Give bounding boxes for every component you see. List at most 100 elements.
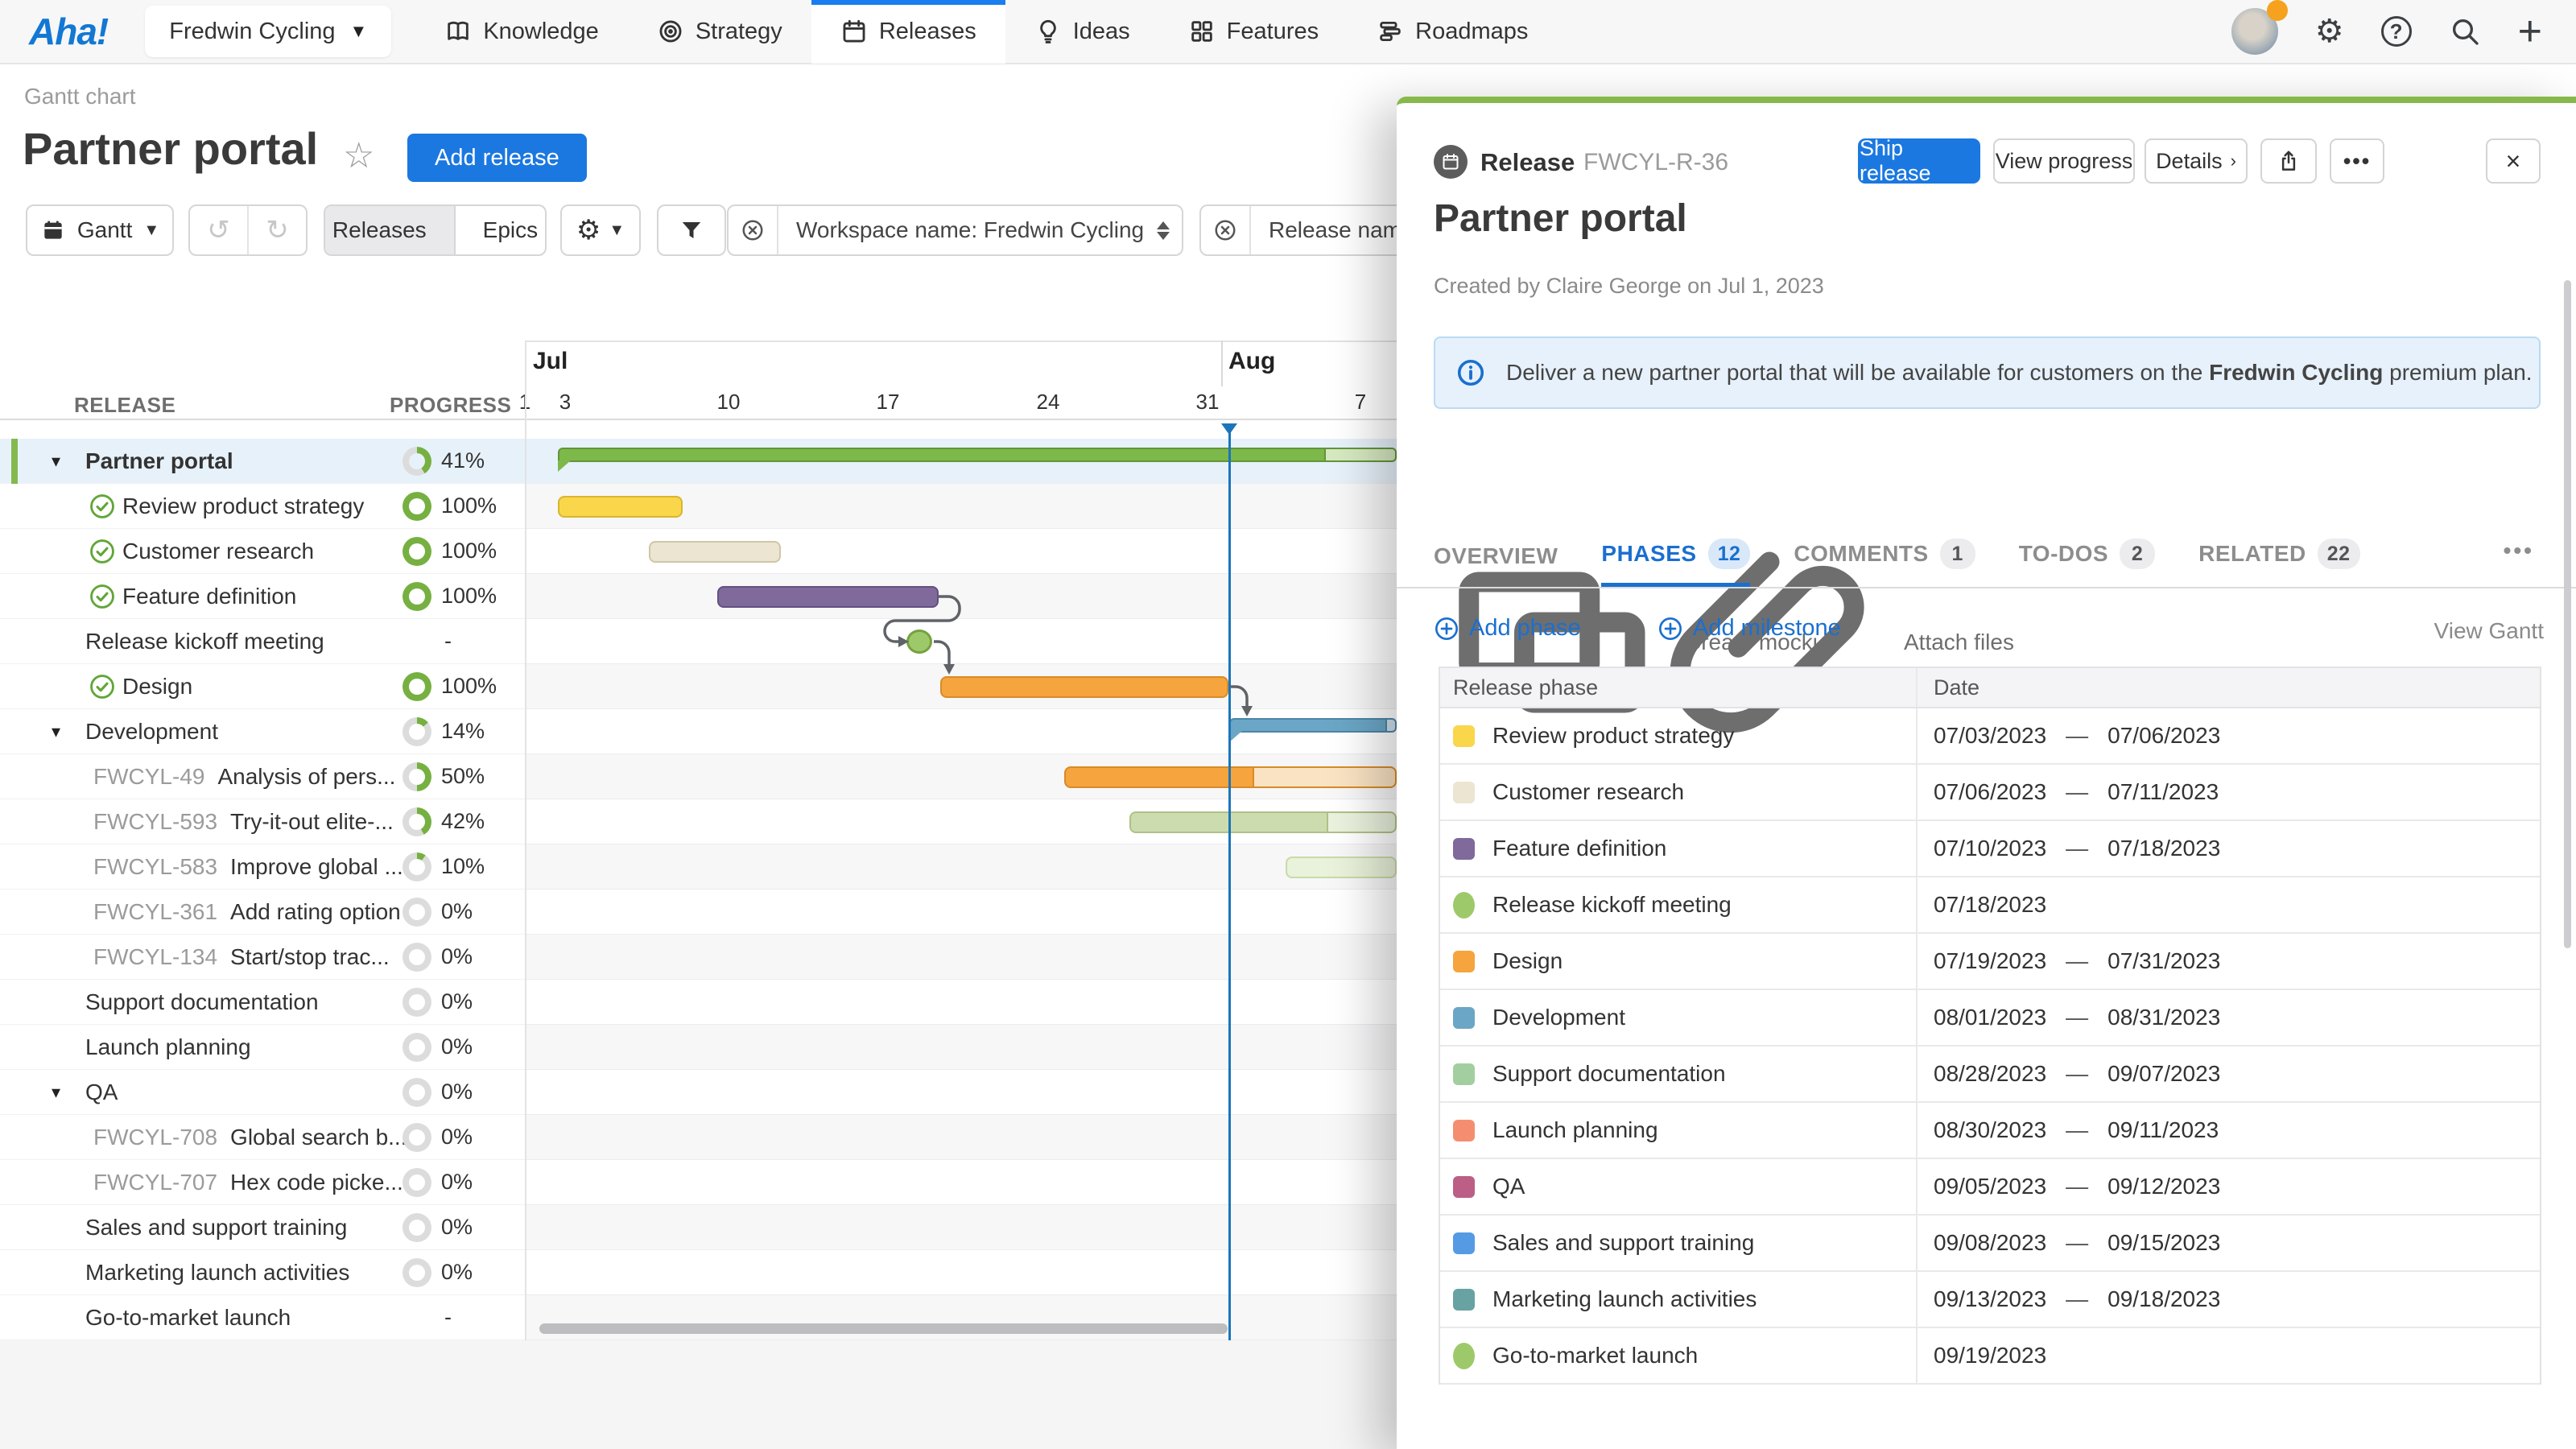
horizontal-scrollbar[interactable] [539, 1323, 1228, 1334]
segment-releases[interactable]: Releases [324, 206, 456, 254]
table-row[interactable]: Launch planning08/30/2023—09/11/2023 [1440, 1103, 2540, 1159]
timeline-month-label: Aug [1228, 348, 1275, 375]
table-header-date: Date [1918, 675, 1979, 700]
nav-item-knowledge[interactable]: Knowledge [415, 0, 628, 64]
tab-overview[interactable]: OVERVIEW [1434, 543, 1558, 587]
tabs-overflow-icon[interactable]: ••• [2504, 538, 2534, 564]
phase-cell: Launch planning [1440, 1103, 1918, 1158]
date-end: 09/18/2023 [2107, 1286, 2220, 1312]
tab-phases[interactable]: PHASES12 [1601, 539, 1750, 587]
tab-comments[interactable]: COMMENTS1 [1794, 539, 1975, 587]
attach-files-label: Attach files [1904, 630, 2014, 655]
record-type-label: Release [1480, 148, 1575, 177]
nav-item-features[interactable]: Features [1159, 0, 1348, 64]
nav-item-roadmaps[interactable]: Roadmaps [1348, 0, 1557, 64]
date-cell: 09/13/2023—09/18/2023 [1918, 1286, 2220, 1312]
undo-button[interactable]: ↺ [190, 206, 249, 254]
aha-logo[interactable]: Aha! [29, 10, 108, 53]
table-row[interactable]: Sales and support training09/08/2023—09/… [1440, 1216, 2540, 1272]
date-cell: 08/28/2023—09/07/2023 [1918, 1061, 2220, 1087]
view-progress-button[interactable]: View progress [1993, 138, 2135, 184]
timeline-date-tick: 10 [717, 390, 741, 415]
sort-toggle-icon[interactable] [1157, 221, 1170, 240]
search-icon[interactable] [2449, 15, 2481, 47]
calendar-icon [40, 217, 66, 243]
date-dash: — [2066, 836, 2088, 861]
table-row[interactable]: Support documentation08/28/2023—09/07/20… [1440, 1046, 2540, 1103]
details-button[interactable]: Details › [2145, 138, 2248, 184]
table-header-release-phase: Release phase [1440, 668, 1918, 707]
table-row[interactable]: Review product strategy07/03/2023—07/06/… [1440, 708, 2540, 765]
timeline-date-tick: 31 [1196, 390, 1220, 415]
date-end: 07/06/2023 [2107, 723, 2220, 749]
nav-items: Knowledge Strategy Releases IdeasFeaturesRo… [415, 0, 1557, 64]
panel-scrollbar[interactable] [2564, 280, 2571, 948]
help-icon[interactable]: ? [2381, 16, 2412, 47]
table-row[interactable]: Go-to-market launch09/19/2023 [1440, 1328, 2540, 1385]
add-milestone-label: Add milestone [1693, 615, 1841, 642]
date-dash: — [2066, 723, 2088, 749]
detail-tabs: OVERVIEW PHASES12 COMMENTS1 TO-DOS2 RELATED 2… [1434, 510, 2541, 587]
add-phase-link[interactable]: Add phase [1434, 615, 1581, 642]
table-row[interactable]: Design07/19/2023—07/31/2023 [1440, 934, 2540, 990]
more-options-button[interactable]: ••• [2330, 138, 2384, 184]
date-start: 09/05/2023 [1934, 1174, 2046, 1199]
chart-settings-button[interactable]: ⚙ ▼ [560, 204, 641, 256]
tab-count-badge: 22 [2318, 539, 2360, 569]
date-start: 07/06/2023 [1934, 779, 2046, 805]
filter-chip[interactable]: Workspace name: Fredwin Cycling [727, 204, 1183, 256]
avatar[interactable] [2231, 8, 2278, 55]
nav-item-ideas[interactable]: Ideas [1005, 0, 1159, 64]
phase-color-swatch [1453, 1232, 1475, 1254]
date-dash: — [2066, 1174, 2088, 1199]
nav-item-label: Knowledge [483, 19, 599, 45]
table-row[interactable]: Feature definition07/10/2023—07/18/2023 [1440, 821, 2540, 877]
nav-item-strategy[interactable]: Strategy [628, 0, 811, 64]
phases-table: Release phaseDateReview product strategy… [1439, 667, 2541, 1385]
share-button[interactable] [2260, 138, 2317, 184]
tab-related[interactable]: RELATED 22 [2198, 539, 2359, 587]
settings-gear-icon[interactable]: ⚙ [2315, 13, 2344, 50]
add-release-button[interactable]: Add release [407, 134, 587, 182]
chevron-down-icon: ▼ [609, 221, 625, 240]
favorite-star-icon[interactable]: ☆ [343, 135, 374, 176]
redo-button[interactable]: ↻ [249, 206, 306, 254]
add-milestone-link[interactable]: Add milestone [1657, 615, 1841, 642]
date-cell: 07/03/2023—07/06/2023 [1918, 723, 2220, 749]
date-start: 08/01/2023 [1934, 1005, 2046, 1030]
date-cell: 09/19/2023 [1918, 1343, 2046, 1368]
view-selector-button[interactable]: Gantt ▼ [26, 204, 174, 256]
phase-color-swatch [1453, 1120, 1475, 1141]
table-row[interactable]: Customer research07/06/2023—07/11/2023 [1440, 765, 2540, 821]
close-button[interactable]: × [2486, 138, 2541, 184]
date-end: 09/12/2023 [2107, 1174, 2220, 1199]
release-detail-panel: Release FWCYL-R-36 Ship release View pro… [1397, 97, 2576, 1449]
nav-item-label: Releases [879, 19, 976, 45]
tab-to-dos[interactable]: TO-DOS2 [2019, 539, 2155, 587]
filter-button[interactable] [657, 204, 726, 256]
info-icon [1456, 358, 1485, 387]
table-row[interactable]: Marketing launch activities09/13/2023—09… [1440, 1272, 2540, 1328]
workspace-switcher[interactable]: Fredwin Cycling ▼ [145, 6, 391, 57]
view-gantt-link[interactable]: View Gantt [2434, 618, 2544, 644]
filter-chip[interactable]: Release nam [1199, 204, 1410, 256]
phase-color-swatch [1453, 892, 1475, 919]
table-row[interactable]: Development08/01/2023—08/31/2023 [1440, 990, 2540, 1046]
today-line [1228, 427, 1231, 1340]
remove-filter-icon[interactable] [729, 206, 778, 254]
tab-label: RELATED [2198, 541, 2306, 567]
date-end: 07/31/2023 [2107, 948, 2220, 974]
table-row[interactable]: Release kickoff meeting07/18/2023 [1440, 877, 2540, 934]
date-start: 09/19/2023 [1934, 1343, 2046, 1368]
phase-cell: Support documentation [1440, 1046, 1918, 1101]
table-row[interactable]: QA09/05/2023—09/12/2023 [1440, 1159, 2540, 1216]
date-end: 08/31/2023 [2107, 1005, 2220, 1030]
remove-filter-icon[interactable] [1201, 206, 1251, 254]
add-icon[interactable]: + [2518, 10, 2542, 52]
tab-label: COMMENTS [1794, 541, 1928, 567]
nav-item-releases[interactable]: Releases [811, 0, 1005, 64]
ship-release-button[interactable]: Ship release [1858, 138, 1980, 184]
segment-epics[interactable]: Epics [456, 206, 547, 254]
phase-cell: Review product strategy [1440, 708, 1918, 763]
date-end: 09/11/2023 [2107, 1117, 2219, 1143]
